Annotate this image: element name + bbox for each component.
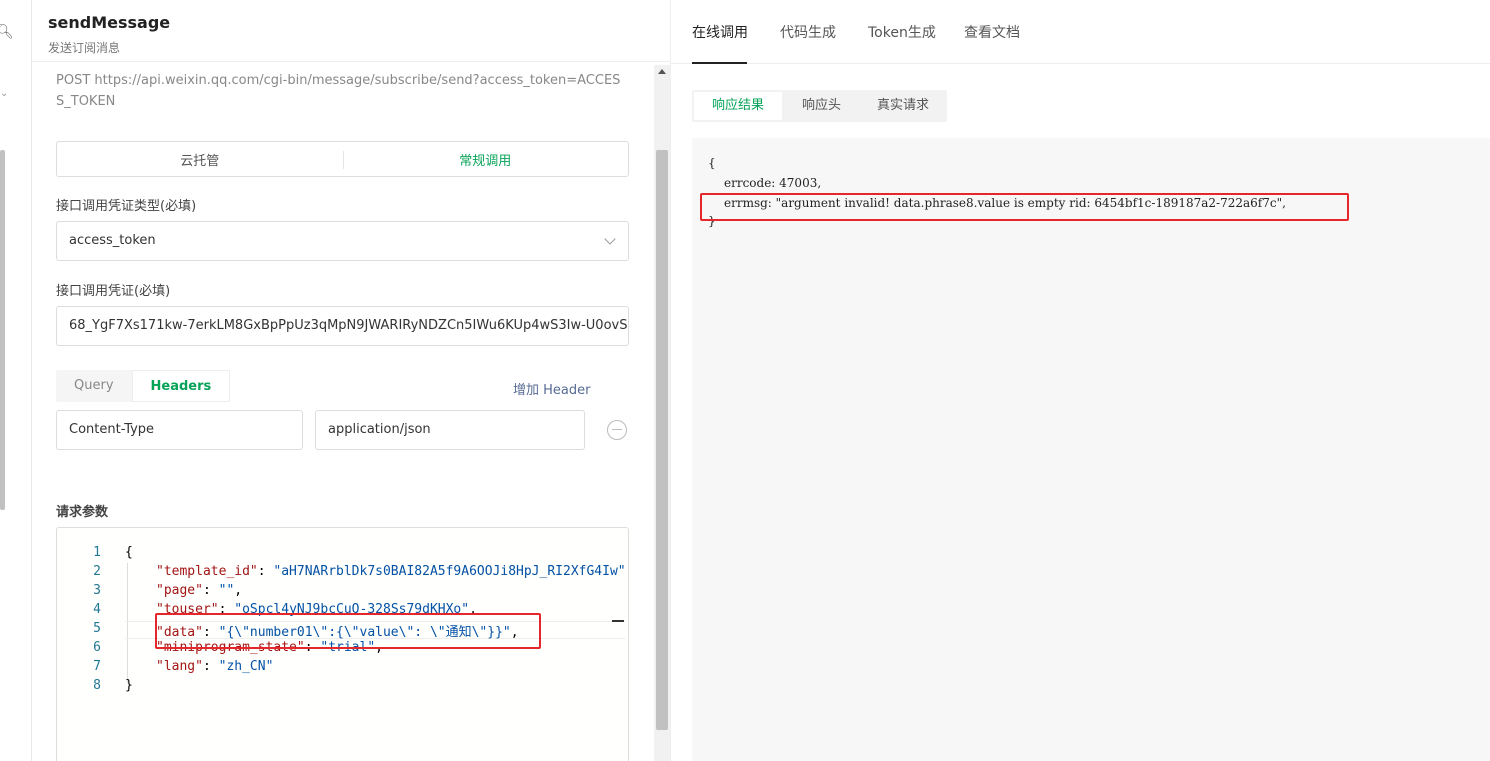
- chevron-down-icon: [604, 233, 616, 245]
- tab-code-gen[interactable]: 代码生成: [780, 22, 836, 42]
- chevron-down-icon[interactable]: ⌄: [0, 88, 8, 99]
- mode-option-cloud[interactable]: 云托管: [57, 150, 343, 169]
- code-line: "template_id": "aH7NARrblDk7s0BAI82A5f9A…: [156, 564, 628, 579]
- tab-headers[interactable]: Headers: [131, 370, 231, 402]
- header-value-input[interactable]: application/json: [315, 410, 585, 450]
- credential-type-label: 接口调用凭证类型(必填): [56, 199, 197, 214]
- left-scrollbar-thumb[interactable]: [0, 150, 5, 510]
- add-header-button[interactable]: 增加 Header: [513, 379, 590, 398]
- remove-header-icon[interactable]: [607, 420, 627, 440]
- credential-label: 接口调用凭证(必填): [56, 284, 171, 299]
- param-tabs: Query Headers: [56, 370, 231, 402]
- response-body: { errcode: 47003, errmsg: "argument inva…: [692, 138, 1490, 761]
- overview-ruler-mark: [612, 620, 624, 622]
- left-panel-scrollbar[interactable]: [654, 65, 670, 761]
- header-key-input[interactable]: Content-Type: [56, 410, 303, 450]
- errmsg-highlight-box: [700, 193, 1349, 221]
- credential-type-value: access_token: [69, 233, 156, 248]
- line-number: 2: [93, 564, 101, 579]
- api-subtitle: 发送订阅消息: [48, 41, 121, 55]
- mode-divider: [343, 151, 344, 169]
- left-strip: 🔍︎ ⌄: [0, 0, 32, 761]
- line-number: 1: [93, 545, 101, 560]
- response-errcode: errcode: 47003,: [724, 176, 822, 190]
- scrollbar-thumb[interactable]: [656, 150, 668, 730]
- data-line-highlight-box: [155, 613, 541, 649]
- request-params-label: 请求参数: [56, 505, 109, 520]
- tab-online-call[interactable]: 在线调用: [692, 22, 748, 42]
- tab-docs[interactable]: 查看文档: [964, 22, 1020, 42]
- tab-response-headers[interactable]: 响应头: [784, 90, 859, 122]
- right-tabbar: 在线调用 代码生成 Token生成 查看文档: [671, 0, 1490, 64]
- line-number: 8: [93, 678, 101, 693]
- scroll-up-arrow-icon[interactable]: [658, 69, 666, 74]
- api-title: sendMessage: [48, 13, 171, 32]
- response-panel: 在线调用 代码生成 Token生成 查看文档 响应结果 响应头 真实请求 { e…: [670, 0, 1490, 761]
- response-open-brace: {: [708, 156, 716, 170]
- credential-type-select[interactable]: access_token: [56, 221, 629, 261]
- search-icon[interactable]: 🔍︎: [0, 24, 14, 40]
- mode-option-regular[interactable]: 常规调用: [343, 150, 629, 169]
- response-tabs: 响应结果 响应头 真实请求: [692, 90, 948, 122]
- tab-token-gen[interactable]: Token生成: [868, 22, 936, 42]
- tab-query[interactable]: Query: [56, 370, 132, 402]
- request-panel: sendMessage 发送订阅消息 POST https://api.weix…: [32, 0, 670, 761]
- active-tab-underline: [692, 62, 747, 64]
- credential-input[interactable]: 68_YgF7Xs171kw-7erkLM8GxBpPpUz3qMpN9JWAR…: [56, 306, 629, 346]
- code-line: {: [125, 545, 133, 560]
- line-number: 4: [93, 602, 101, 617]
- code-line: "lang": "zh_CN": [156, 659, 274, 674]
- line-number: 5: [93, 621, 101, 636]
- code-line: }: [125, 678, 133, 693]
- line-number: 7: [93, 659, 101, 674]
- request-url: POST https://api.weixin.qq.com/cgi-bin/m…: [56, 73, 621, 109]
- tab-real-request[interactable]: 真实请求: [859, 90, 947, 122]
- tab-response-result[interactable]: 响应结果: [694, 92, 783, 120]
- line-number: 3: [93, 583, 101, 598]
- mode-toggle: 云托管 常规调用: [56, 141, 629, 177]
- api-header: sendMessage 发送订阅消息: [32, 0, 670, 62]
- line-number: 6: [93, 640, 101, 655]
- code-line: "page": "",: [156, 583, 243, 598]
- app-root: 🔍︎ ⌄ sendMessage 发送订阅消息 POST https://api…: [0, 0, 1490, 761]
